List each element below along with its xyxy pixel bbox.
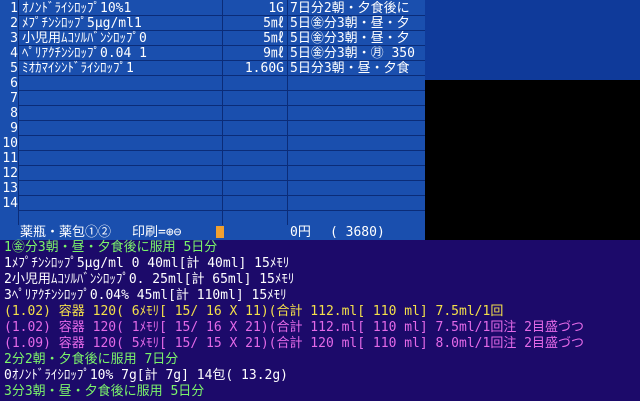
detail-line: 0ｵﾉﾝﾄﾞﾗｲｼﾛｯﾌﾟ10% 7g[計 7g] 14包( 13.2g) [4,368,289,383]
drug-quantity [224,121,286,136]
table-row[interactable]: 7 [0,91,425,106]
drug-name [22,181,222,196]
row-number: 13 [2,181,18,196]
drug-name [22,166,222,181]
drug-usage: 5日㊎分3朝・㊊ 350 [290,46,415,61]
drug-quantity [224,106,286,121]
row-number: 8 [10,106,18,121]
drug-quantity: 5㎖ [263,16,284,31]
table-row[interactable]: 8 [0,106,425,121]
table-row[interactable]: 5 ﾐｵｶﾏｲｼﾝﾄﾞﾗｲｼﾛｯﾌﾟ1 1.60G 5日分3朝・昼・夕食 [0,61,425,76]
drug-usage [288,136,425,151]
drug-quantity: 1G [268,1,284,16]
prescription-grid: 1 ｵﾉﾝﾄﾞﾗｲｼﾛｯﾌﾟ10%1 1G 7日分2朝・夕食後に 2 ﾒﾌﾟﾁﾝｼﾛｯﾌﾟ… [0,0,425,225]
drug-name [22,196,222,211]
detail-line: (1.02) 容器 120( 1ﾒﾓﾘ[ 15/ 16 X 21)(合計 112… [4,320,584,335]
drug-quantity [224,151,286,166]
row-number: 5 [10,61,18,76]
drug-usage [288,166,425,181]
row-number: 3 [10,31,18,46]
drug-quantity: 9㎖ [263,46,284,61]
detail-line: (1.02) 容器 120( 6ﾒﾓﾘ[ 15/ 16 X 11)(合計 112… [4,304,504,319]
container-label[interactable]: 薬瓶・薬包①② [20,225,111,240]
price-label: 0円 [290,225,311,240]
drug-quantity [224,181,286,196]
drug-usage: 5日分3朝・昼・夕食 [290,61,410,76]
grid-line [18,210,425,211]
detail-line: 1ﾒﾌﾟﾁﾝｼﾛｯﾌﾟ5μg/ml 0 40ml[計 40ml] 15ﾒﾓﾘ [4,256,290,271]
detail-panel: 1㊎分3朝・昼・夕食後に服用 5日分 1ﾒﾌﾟﾁﾝｼﾛｯﾌﾟ5μg/ml 0 40… [0,240,640,401]
detail-line: 1㊎分3朝・昼・夕食後に服用 5日分 [4,240,218,255]
table-row[interactable]: 6 [0,76,425,91]
drug-usage: 5日㊎分3朝・昼・夕 [290,16,410,31]
print-label[interactable]: 印刷=⊕⊖ [132,225,181,240]
drug-usage [288,196,425,211]
drug-name: ｵﾉﾝﾄﾞﾗｲｼﾛｯﾌﾟ10%1 [22,1,132,16]
row-number: 6 [10,76,18,91]
drug-usage [288,181,425,196]
table-row[interactable]: 9 [0,121,425,136]
detail-line: 2分2朝・夕食後に服用 7日分 [4,352,179,367]
pharmacy-app: 1 ｵﾉﾝﾄﾞﾗｲｼﾛｯﾌﾟ10%1 1G 7日分2朝・夕食後に 2 ﾒﾌﾟﾁﾝｼﾛｯﾌﾟ… [0,0,640,401]
drug-name [22,121,222,136]
detail-line: 2小児用ﾑｺｿﾙﾊﾞﾝｼﾛｯﾌﾟ0. 25ml[計 65ml] 15ﾒﾓﾘ [4,272,295,287]
drug-quantity [224,166,286,181]
drug-quantity: 5㎖ [263,31,284,46]
table-row[interactable]: 1 ｵﾉﾝﾄﾞﾗｲｼﾛｯﾌﾟ10%1 1G 7日分2朝・夕食後に [0,1,425,16]
row-number: 1 [10,1,18,16]
drug-quantity [224,76,286,91]
drug-quantity: 1.60G [244,61,284,76]
drug-usage [288,106,425,121]
table-row[interactable]: 3 小児用ﾑｺｿﾙﾊﾞﾝｼﾛｯﾌﾟ0 5㎖ 5日㊎分3朝・昼・夕 [0,31,425,46]
drug-usage: 7日分2朝・夕食後に [290,1,410,16]
drug-quantity [224,196,286,211]
row-number: 11 [2,151,18,166]
row-number: 4 [10,46,18,61]
drug-name [22,106,222,121]
row-number: 2 [10,16,18,31]
summary-bar: 薬瓶・薬包①② 印刷=⊕⊖ 0円 ( 3680) [0,225,425,240]
detail-line: (1.09) 容器 120( 5ﾒﾓﾘ[ 15/ 15 X 21)(合計 120… [4,336,584,351]
drug-quantity [224,91,286,106]
drug-usage [288,121,425,136]
drug-usage [288,91,425,106]
drug-name [22,76,222,91]
cursor-block [216,226,224,238]
drug-name: 小児用ﾑｺｿﾙﾊﾞﾝｼﾛｯﾌﾟ0 [22,31,147,46]
drug-name: ﾐｵｶﾏｲｼﾝﾄﾞﾗｲｼﾛｯﾌﾟ1 [22,61,134,76]
total-label: ( 3680) [330,225,385,240]
drug-quantity [224,136,286,151]
row-number: 9 [10,121,18,136]
drug-name: ﾒﾌﾟﾁﾝｼﾛｯﾌﾟ5μg/ml1 [22,16,142,31]
blank-panel [425,80,640,240]
table-row[interactable]: 14 [0,196,425,211]
table-row[interactable]: 12 [0,166,425,181]
drug-usage [288,76,425,91]
usage-overflow [425,0,640,80]
row-number: 12 [2,166,18,181]
row-number: 10 [2,136,18,151]
table-row[interactable]: 4 ﾍﾟﾘｱｸﾁﾝｼﾛｯﾌﾟ0.04 1 9㎖ 5日㊎分3朝・㊊ 350 [0,46,425,61]
row-number: 7 [10,91,18,106]
detail-line: 3ﾍﾟﾘｱｸﾁﾝｼﾛｯﾌﾟ0.04% 45ml[計 110ml] 15ﾒﾓﾘ [4,288,287,303]
detail-line: 3分3朝・昼・夕食後に服用 5日分 [4,384,205,399]
drug-name [22,136,222,151]
table-row[interactable]: 13 [0,181,425,196]
drug-usage [288,151,425,166]
drug-usage: 5日㊎分3朝・昼・夕 [290,31,410,46]
table-row[interactable]: 11 [0,151,425,166]
table-row[interactable]: 2 ﾒﾌﾟﾁﾝｼﾛｯﾌﾟ5μg/ml1 5㎖ 5日㊎分3朝・昼・夕 [0,16,425,31]
drug-name [22,91,222,106]
drug-name [22,151,222,166]
drug-name: ﾍﾟﾘｱｸﾁﾝｼﾛｯﾌﾟ0.04 1 [22,46,147,61]
table-row[interactable]: 10 [0,136,425,151]
row-number: 14 [2,196,18,211]
